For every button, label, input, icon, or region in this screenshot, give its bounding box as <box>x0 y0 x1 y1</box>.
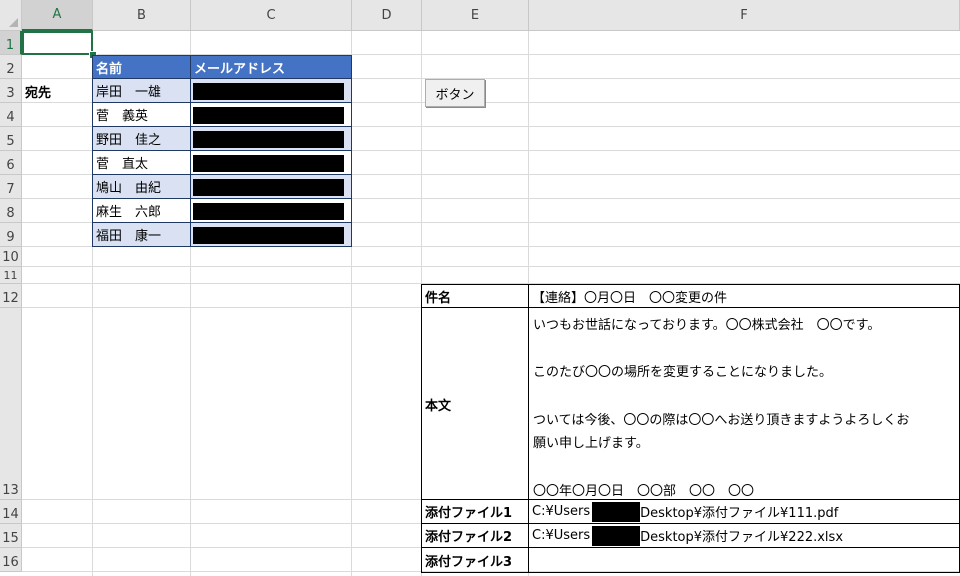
row-header-10[interactable]: 10 <box>0 247 22 267</box>
table-cell-name[interactable]: 岸田 一雄 <box>92 79 191 103</box>
column-header-e[interactable]: E <box>422 0 529 31</box>
table-cell-name[interactable]: 福田 康一 <box>92 223 191 247</box>
row-header-9[interactable]: 9 <box>0 223 22 247</box>
table-cell-name[interactable]: 菅 直太 <box>92 151 191 175</box>
attachment-path-suffix: Desktop¥添付ファイル¥111.pdf <box>640 506 839 521</box>
attachment-path-suffix: Desktop¥添付ファイル¥222.xlsx <box>640 530 844 545</box>
select-all-corner[interactable] <box>0 0 22 31</box>
select-all-triangle-icon <box>9 18 18 27</box>
table-cell-name[interactable]: 野田 佳之 <box>92 127 191 151</box>
row-header-7[interactable]: 7 <box>0 175 22 199</box>
attachment-path-prefix: C:¥Users <box>532 528 591 543</box>
attachment-label: 添付ファイル3 <box>425 554 513 570</box>
row-header-15[interactable]: 15 <box>0 524 22 548</box>
table-cell-name[interactable]: 菅 義英 <box>92 103 191 127</box>
row-header-1[interactable]: 1 <box>0 31 22 55</box>
redacted-email <box>193 131 344 148</box>
body-line: ついては今後、〇〇の際は〇〇へお送り頂きますようよろしくお <box>533 413 910 428</box>
body-line: このたび〇〇の場所を変更することになりました。 <box>533 365 833 380</box>
redacted-username <box>592 525 641 546</box>
column-header-f[interactable]: F <box>529 0 960 31</box>
selected-cell-a1[interactable] <box>22 31 93 55</box>
table-header-email: メールアドレス <box>190 55 352 79</box>
row-header-2[interactable]: 2 <box>0 55 22 79</box>
attachment-path[interactable]: C:¥Users Desktop¥添付ファイル¥111.pdf <box>529 500 959 523</box>
column-header-a[interactable]: A <box>22 0 93 31</box>
attachment-path[interactable]: C:¥Users Desktop¥添付ファイル¥222.xlsx <box>529 524 959 547</box>
redacted-email <box>193 227 344 244</box>
subject-label: 件名 <box>425 290 452 306</box>
column-header-d[interactable]: D <box>352 0 422 31</box>
attachment-label: 添付ファイル2 <box>425 530 513 545</box>
body-value[interactable]: いつもお世話になっております。〇〇株式会社 〇〇です。 このたび〇〇の場所を変更… <box>529 308 959 499</box>
row-header-16[interactable]: 16 <box>0 548 22 572</box>
row-header-3[interactable]: 3 <box>0 79 22 103</box>
row-header-14[interactable]: 14 <box>0 500 22 524</box>
attachment-label: 添付ファイル1 <box>425 506 513 521</box>
table-header-name: 名前 <box>92 55 191 79</box>
row-header-8[interactable]: 8 <box>0 199 22 223</box>
row-header-13[interactable]: 13 <box>0 308 22 500</box>
attachment-path[interactable] <box>529 548 959 572</box>
body-line: いつもお世話になっております。〇〇株式会社 〇〇です。 <box>533 318 881 333</box>
send-mail-button[interactable]: ボタン <box>425 79 485 107</box>
redacted-email <box>193 179 344 196</box>
column-header-c[interactable]: C <box>191 0 352 31</box>
redacted-email <box>193 203 344 220</box>
row-header-5[interactable]: 5 <box>0 127 22 151</box>
subject-value[interactable]: 【連絡】〇月〇日 〇〇変更の件 <box>529 285 959 307</box>
redacted-email <box>193 107 344 124</box>
redacted-email <box>193 83 344 100</box>
table-cell-name[interactable]: 麻生 六郎 <box>92 199 191 223</box>
row-header-6[interactable]: 6 <box>0 151 22 175</box>
attachment-path-prefix: C:¥Users <box>532 504 591 519</box>
row-header-4[interactable]: 4 <box>0 103 22 127</box>
body-line: 願い申し上げます。 <box>533 436 649 451</box>
table-cell-name[interactable]: 鳩山 由紀 <box>92 175 191 199</box>
row-header-11[interactable]: 11 <box>0 267 22 284</box>
redacted-username <box>592 501 641 522</box>
body-line: 〇〇年〇月〇日 〇〇部 〇〇 〇〇 <box>533 484 755 499</box>
gridline <box>22 266 960 267</box>
row-header-12[interactable]: 12 <box>0 284 22 308</box>
body-label: 本文 <box>425 399 452 414</box>
redacted-email <box>193 155 344 172</box>
column-header-b[interactable]: B <box>93 0 191 31</box>
recipient-label: 宛先 <box>25 85 52 101</box>
